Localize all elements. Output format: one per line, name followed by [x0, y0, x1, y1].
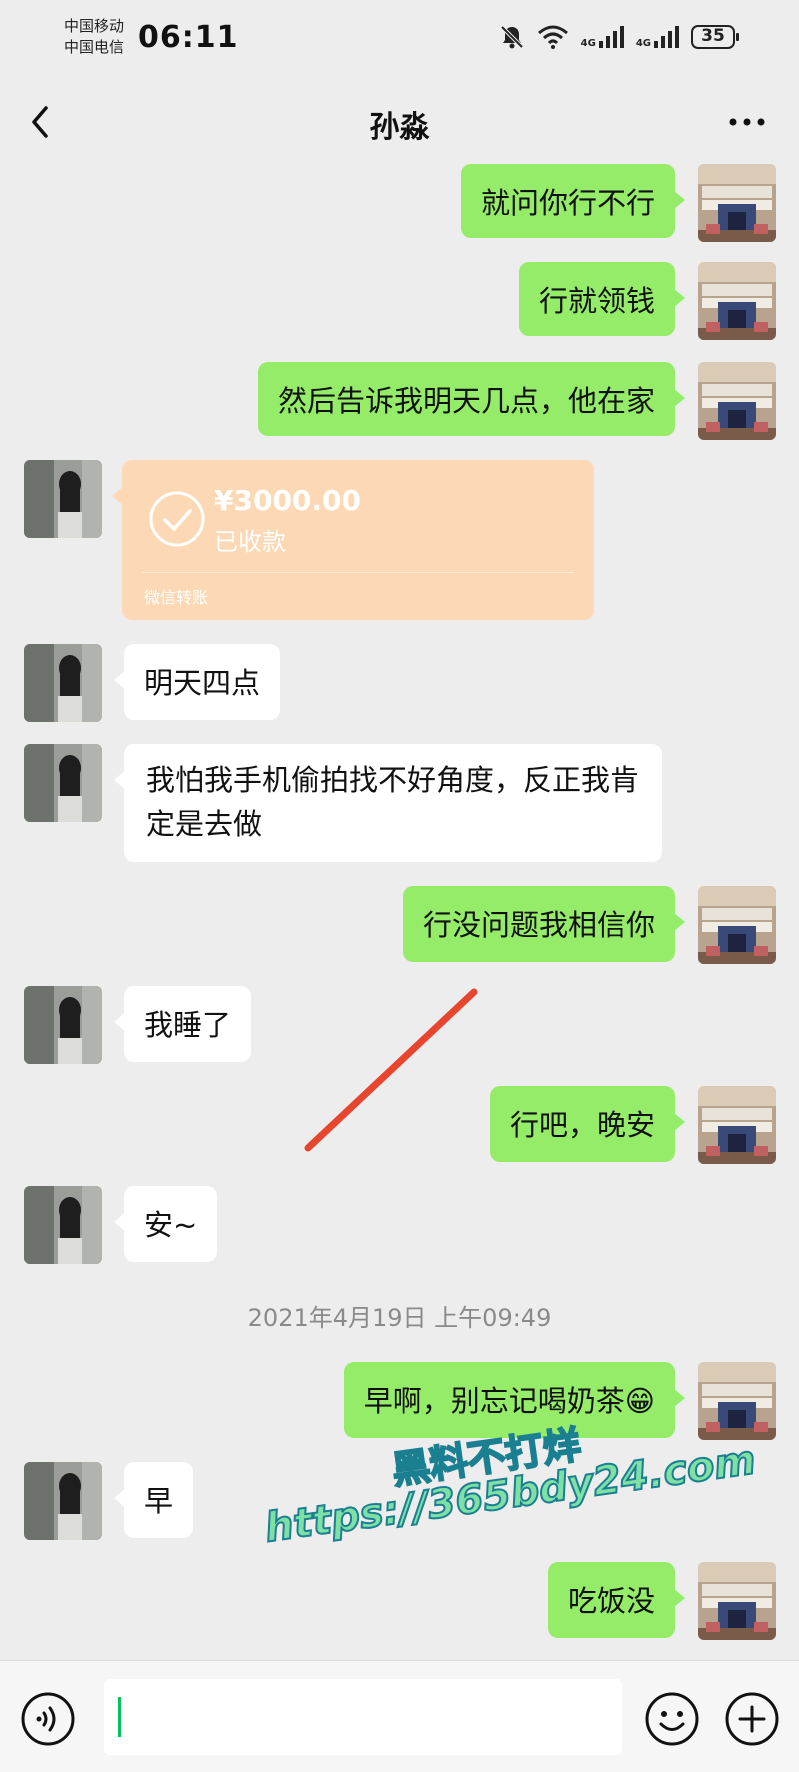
voice-button[interactable]	[20, 1691, 76, 1747]
contact-avatar[interactable]	[24, 744, 102, 822]
network-label-1: 4G	[580, 38, 596, 49]
message-bubble-theirs[interactable]: 早	[113, 1462, 194, 1538]
transfer-footer: 微信转账	[144, 588, 209, 607]
my-avatar[interactable]	[698, 262, 776, 340]
carrier-labels: 中国移动 中国电信	[64, 16, 124, 58]
message-bubble-mine[interactable]: 行就领钱	[518, 262, 686, 336]
my-avatar[interactable]	[698, 362, 776, 440]
more-button[interactable]	[725, 106, 769, 138]
my-avatar[interactable]	[698, 164, 776, 242]
contact-avatar[interactable]	[24, 1186, 102, 1264]
battery-icon: 35	[691, 25, 739, 49]
message-bubble-theirs[interactable]: 我怕我手机偷拍找不好角度，反正我肯定是去做	[114, 744, 662, 862]
contact-avatar[interactable]	[24, 460, 102, 538]
network-label-2: 4G	[635, 38, 651, 49]
transfer-card[interactable]: ¥3000.00 已收款 微信转账	[112, 460, 594, 620]
status-bar: 中国移动 中国电信 06:11 4G 4G 35	[0, 0, 799, 82]
signal-4g-icon: 4G	[581, 25, 624, 49]
plus-circle-icon	[725, 1692, 779, 1746]
my-avatar[interactable]	[698, 1562, 776, 1640]
voice-icon	[21, 1692, 75, 1746]
transfer-divider	[142, 572, 574, 573]
my-avatar[interactable]	[698, 886, 776, 964]
message-bubble-mine[interactable]: 行没问题我相信你	[402, 886, 686, 962]
contact-avatar[interactable]	[24, 644, 102, 722]
chat-header: 孙淼	[0, 82, 799, 162]
message-bubble-theirs[interactable]: 明天四点	[113, 644, 281, 720]
plus-button[interactable]	[724, 1691, 780, 1747]
my-avatar[interactable]	[698, 1362, 776, 1440]
bell-muted-icon	[499, 24, 525, 50]
contact-avatar[interactable]	[24, 986, 102, 1064]
message-bubble-mine[interactable]: 就问你行不行	[460, 164, 686, 238]
chat-timestamp: 2021年4月19日 上午09:49	[247, 1304, 552, 1332]
message-bubble-theirs[interactable]: 我睡了	[113, 986, 252, 1062]
transfer-amount: ¥3000.00	[214, 484, 362, 517]
more-dots-icon	[729, 118, 765, 126]
message-bubble-mine[interactable]: 吃饭没	[547, 1562, 686, 1638]
message-bubble-theirs[interactable]: 安~	[113, 1186, 218, 1262]
contact-avatar[interactable]	[24, 1462, 102, 1540]
my-avatar[interactable]	[698, 1086, 776, 1164]
wifi-icon	[537, 24, 569, 50]
check-circle-icon	[149, 491, 205, 547]
chat-title: 孙淼	[369, 110, 430, 145]
carrier-1: 中国移动	[64, 17, 125, 35]
message-bubble-mine[interactable]: 然后告诉我明天几点，他在家	[257, 362, 686, 436]
text-cursor	[118, 1697, 121, 1737]
status-icons: 4G 4G 35	[499, 24, 739, 50]
status-clock: 06:11	[138, 20, 239, 55]
signal-4g-icon: 4G	[636, 25, 679, 49]
emoji-icon	[645, 1692, 699, 1746]
input-bar	[0, 1660, 799, 1772]
message-input[interactable]	[104, 1679, 622, 1755]
emoji-button[interactable]	[644, 1691, 700, 1747]
carrier-2: 中国电信	[64, 38, 125, 56]
transfer-status: 已收款	[214, 528, 286, 556]
message-bubble-mine[interactable]: 行吧，晚安	[489, 1086, 686, 1162]
